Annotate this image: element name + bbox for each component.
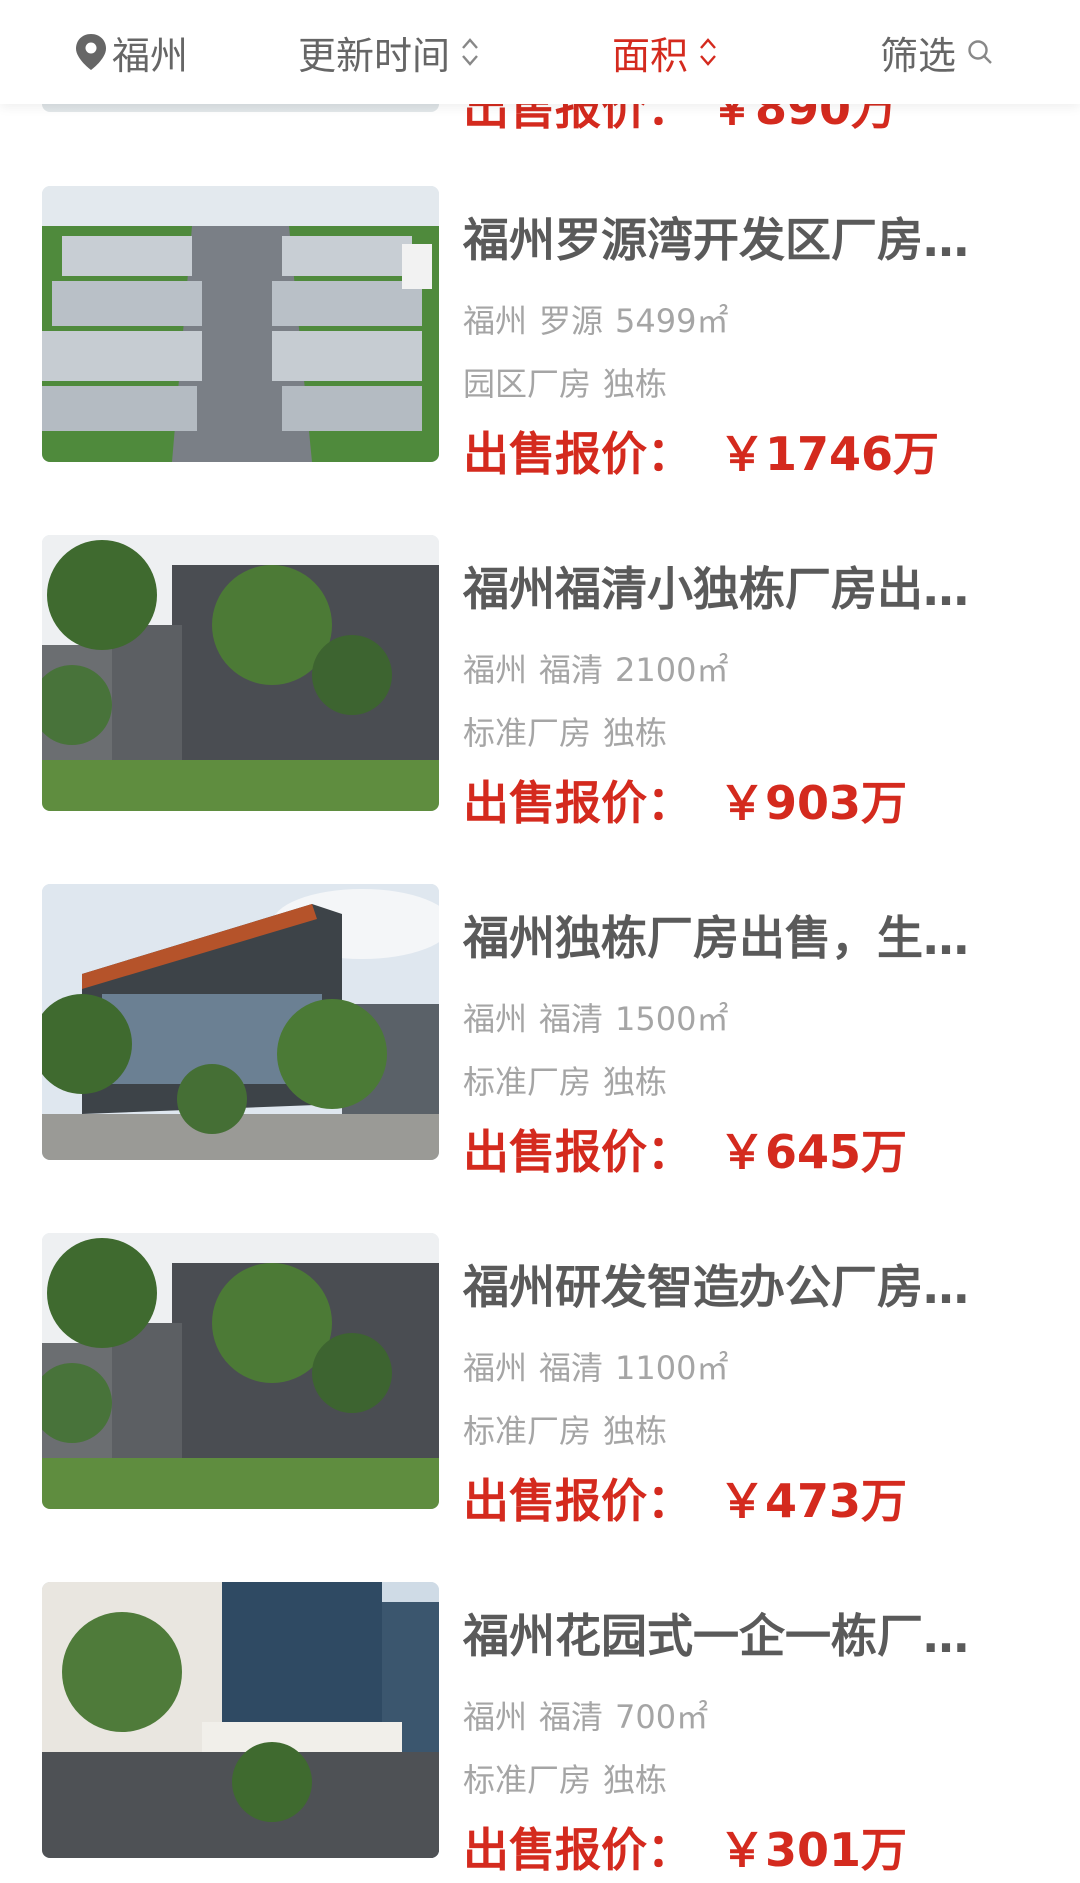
listing-area: 2100㎡ <box>615 651 729 689</box>
listing-meta: 福州 罗源 5499㎡ <box>463 296 740 342</box>
listing-thumbnail[interactable] <box>42 884 439 1160</box>
listing-thumbnail[interactable] <box>42 1582 439 1858</box>
sort-time-label: 更新时间 <box>298 33 451 78</box>
listing-tags: 标准厂房 独栋 <box>463 1755 679 1801</box>
listing-meta: 福州 福清 2100㎡ <box>463 645 740 691</box>
price-label: 出售报价： <box>463 1125 693 1179</box>
price-amount: ￥645万 <box>719 1125 908 1179</box>
listing-city: 福州 <box>463 651 528 689</box>
listing-district: 福清 <box>539 651 604 689</box>
listing-district: 福清 <box>539 1698 604 1736</box>
listing-title: 福州独栋厂房出售，生产… <box>463 911 1003 965</box>
listing-city: 福州 <box>463 1000 528 1038</box>
listing-title: 福州福清小独栋厂房出售… <box>463 562 1003 616</box>
listing-meta: 福州 福清 1100㎡ <box>463 1343 740 1389</box>
price-label: 出售报价： <box>463 776 693 830</box>
listing-item[interactable]: 福州福清小独栋厂房出售… 福州 福清 2100㎡ 标准厂房 独栋 出售报价： ￥903万 <box>0 535 1080 835</box>
listing-thumbnail[interactable] <box>42 535 439 811</box>
listing-page: 福州 更新时间 面积 筛选 出售报价： ￥890万 福州罗源湾开发区厂房招… 福… <box>0 0 1080 1883</box>
listing-area: 700㎡ <box>615 1698 709 1736</box>
listing-item[interactable]: 福州研发智造办公厂房出… 福州 福清 1100㎡ 标准厂房 独栋 出售报价： ￥473万 <box>0 1233 1080 1533</box>
listing-meta: 福州 福清 1500㎡ <box>463 994 740 1040</box>
sort-by-area[interactable]: 面积 <box>612 0 718 104</box>
filter-label: 筛选 <box>880 33 957 78</box>
listing-price: 出售报价： ￥1746万 <box>463 418 939 484</box>
sort-by-update-time[interactable]: 更新时间 <box>298 0 480 104</box>
listing-item[interactable]: 福州独栋厂房出售，生产… 福州 福清 1500㎡ 标准厂房 独栋 出售报价： ￥645万 <box>0 884 1080 1184</box>
listing-type: 标准厂房 <box>463 714 592 752</box>
listing-item[interactable]: 福州罗源湾开发区厂房招… 福州 罗源 5499㎡ 园区厂房 独栋 出售报价： ￥1746… <box>0 186 1080 486</box>
price-amount: ￥1746万 <box>719 427 940 481</box>
listing-type: 园区厂房 <box>463 365 592 403</box>
listing-item[interactable]: 福州花园式一企一栋厂房… 福州 福清 700㎡ 标准厂房 独栋 出售报价： ￥301万 <box>0 1582 1080 1882</box>
search-icon <box>966 38 994 66</box>
price-label: 出售报价： <box>463 1823 693 1877</box>
listing-title: 福州研发智造办公厂房出… <box>463 1260 1003 1314</box>
listing-district: 罗源 <box>539 302 604 340</box>
listing-title: 福州花园式一企一栋厂房… <box>463 1609 1003 1663</box>
sort-updown-icon <box>460 35 480 69</box>
listing-type: 标准厂房 <box>463 1761 592 1799</box>
price-amount: ￥301万 <box>719 1823 908 1877</box>
listing-price: 出售报价： ￥301万 <box>463 1814 907 1880</box>
sort-updown-icon <box>698 35 718 69</box>
price-label: 出售报价： <box>463 427 693 481</box>
listing-area: 1500㎡ <box>615 1000 729 1038</box>
listing-meta: 福州 福清 700㎡ <box>463 1692 720 1738</box>
city-selector[interactable]: 福州 <box>74 0 188 104</box>
listing-city: 福州 <box>463 1349 528 1387</box>
city-label: 福州 <box>112 33 189 78</box>
listing-building: 独栋 <box>603 1412 668 1450</box>
listing-tags: 标准厂房 独栋 <box>463 1406 679 1452</box>
price-amount: ￥903万 <box>719 776 908 830</box>
listing-type: 标准厂房 <box>463 1063 592 1101</box>
listing-thumbnail[interactable] <box>42 1233 439 1509</box>
filter-bar: 福州 更新时间 面积 筛选 <box>0 0 1080 104</box>
listing-area: 1100㎡ <box>615 1349 729 1387</box>
price-amount: ￥473万 <box>719 1474 908 1528</box>
listing-building: 独栋 <box>603 714 668 752</box>
listing-title: 福州罗源湾开发区厂房招… <box>463 213 1003 267</box>
listing-building: 独栋 <box>603 365 668 403</box>
listing-city: 福州 <box>463 1698 528 1736</box>
listing-building: 独栋 <box>603 1063 668 1101</box>
listing-city: 福州 <box>463 302 528 340</box>
listing-district: 福清 <box>539 1000 604 1038</box>
filter-button[interactable]: 筛选 <box>880 0 994 104</box>
location-pin-icon <box>74 32 108 72</box>
listing-building: 独栋 <box>603 1761 668 1799</box>
listing-tags: 标准厂房 独栋 <box>463 1057 679 1103</box>
listing-tags: 标准厂房 独栋 <box>463 708 679 754</box>
listing-type: 标准厂房 <box>463 1412 592 1450</box>
listing-tags: 园区厂房 独栋 <box>463 359 679 405</box>
sort-area-label: 面积 <box>612 33 689 78</box>
listing-price: 出售报价： ￥645万 <box>463 1116 907 1182</box>
listing-price: 出售报价： ￥473万 <box>463 1465 907 1531</box>
listing-thumbnail[interactable] <box>42 186 439 462</box>
price-label: 出售报价： <box>463 1474 693 1528</box>
listing-area: 5499㎡ <box>615 302 729 340</box>
listing-district: 福清 <box>539 1349 604 1387</box>
listing-price: 出售报价： ￥903万 <box>463 767 907 833</box>
